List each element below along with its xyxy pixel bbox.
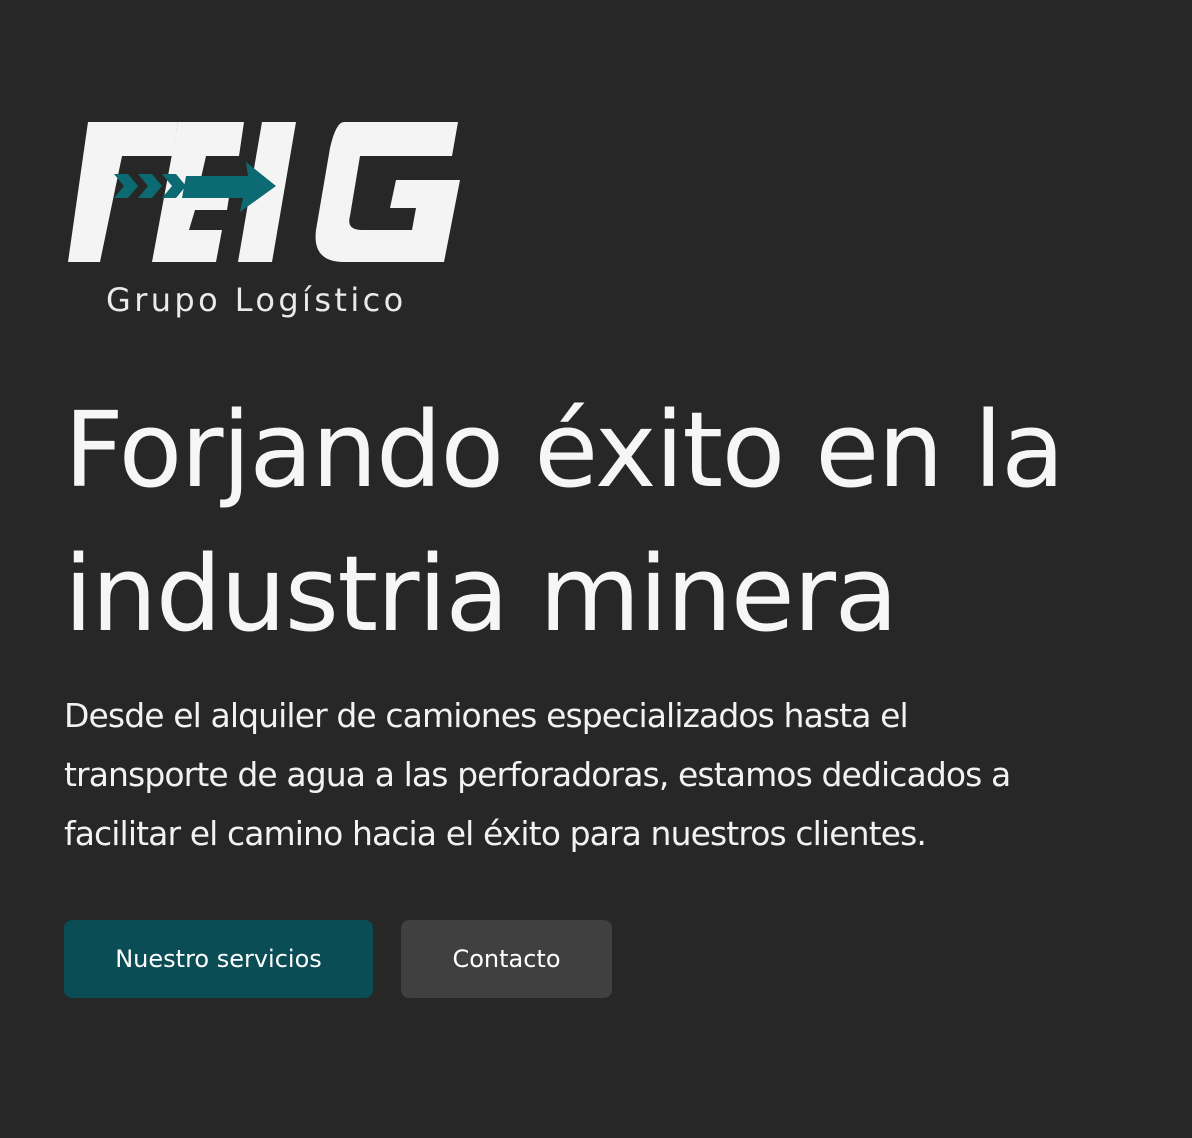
- feig-logo-mark: [68, 122, 460, 262]
- contact-button[interactable]: Contacto: [401, 920, 612, 998]
- brand-tagline: Grupo Logístico: [106, 281, 407, 319]
- hero-title-line: Forjando éxito en la: [64, 389, 1065, 511]
- services-button[interactable]: Nuestro servicios: [64, 920, 373, 998]
- brand-logo[interactable]: [66, 118, 466, 268]
- hero-description-line: Desde el alquiler de camiones especializ…: [64, 696, 909, 735]
- hero-description-line: facilitar el camino hacia el éxito para …: [64, 814, 927, 853]
- hero-title: Forjando éxito en la industria minera: [64, 378, 1164, 666]
- arrow-chevrons-icon: [114, 174, 186, 198]
- hero-title-line: industria minera: [64, 533, 898, 655]
- hero-description: Desde el alquiler de camiones especializ…: [64, 686, 1164, 863]
- hero-description-line: transporte de agua a las perforadoras, e…: [64, 755, 1011, 794]
